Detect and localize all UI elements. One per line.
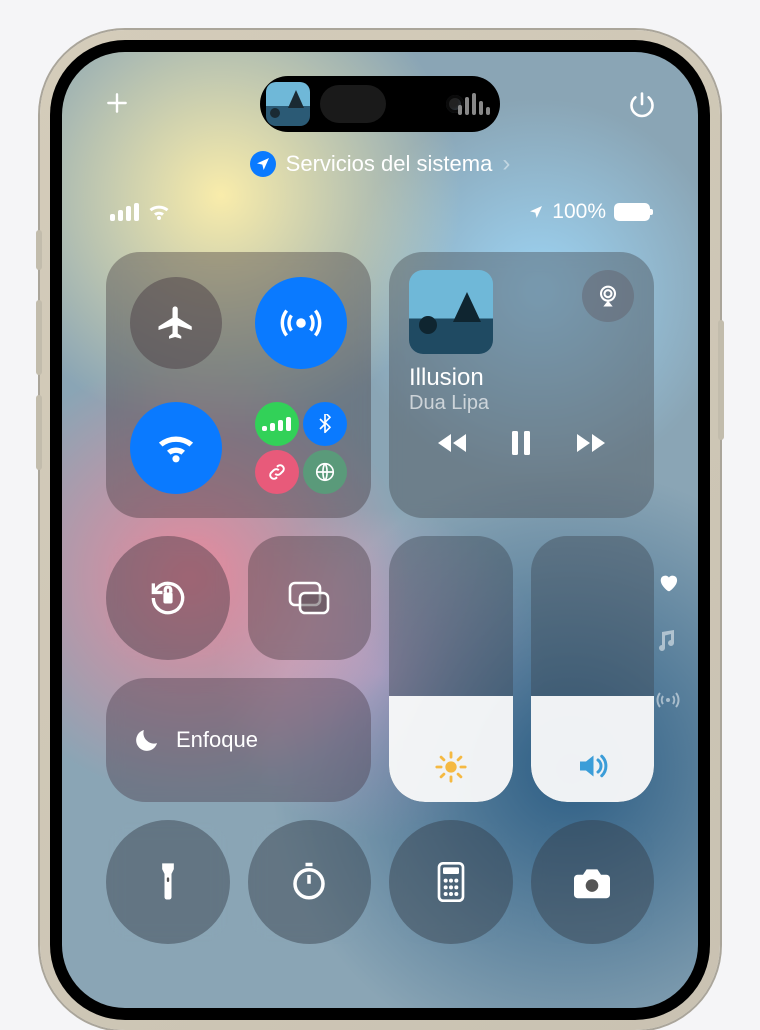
status-bar: 100% (62, 200, 698, 224)
flashlight-button[interactable] (106, 820, 230, 944)
cellular-signal-icon (110, 203, 139, 221)
control-center-grid: Illusion Dua Lipa (106, 252, 654, 944)
timer-icon (288, 861, 330, 903)
calculator-icon (435, 862, 467, 902)
music-note-icon (658, 628, 678, 652)
rotation-lock-icon (146, 576, 190, 620)
wifi-icon (154, 430, 198, 466)
previous-track-button[interactable] (436, 431, 472, 455)
track-artist: Dua Lipa (409, 392, 634, 415)
volume-icon (574, 748, 610, 784)
volume-down-button (36, 395, 42, 470)
album-art (409, 270, 493, 354)
volume-up-button (36, 300, 42, 375)
calculator-cell (389, 820, 513, 944)
action-button (36, 230, 42, 270)
timer-button[interactable] (248, 820, 372, 944)
camera-button[interactable] (531, 820, 655, 944)
timer-cell (248, 820, 372, 944)
connectivity-card[interactable] (106, 252, 371, 518)
location-icon (250, 151, 276, 177)
system-services-label: Servicios del sistema (286, 151, 493, 177)
play-pause-button[interactable] (509, 429, 533, 457)
pause-icon (509, 429, 533, 457)
volume-slider[interactable] (531, 536, 655, 802)
calculator-button[interactable] (389, 820, 513, 944)
device-bezel: Servicios del sistema › 100% (50, 40, 710, 1020)
chevron-right-icon: › (502, 150, 510, 178)
screen-mirroring-button[interactable] (248, 536, 372, 660)
track-title: Illusion (409, 364, 634, 392)
rotation-lock-cell (106, 536, 230, 660)
brightness-slider[interactable] (389, 536, 513, 802)
focus-button[interactable]: Enfoque (106, 678, 371, 802)
camera-cell (531, 820, 655, 944)
system-services-row[interactable]: Servicios del sistema › (62, 150, 698, 178)
now-playing-card[interactable]: Illusion Dua Lipa (389, 252, 654, 518)
globe-icon (314, 461, 336, 483)
airplay-icon (594, 282, 622, 310)
bluetooth-toggle[interactable] (303, 402, 347, 446)
airplane-icon (155, 302, 197, 344)
airdrop-icon (278, 300, 324, 346)
side-button (718, 320, 724, 440)
battery-percentage: 100% (552, 200, 606, 224)
rewind-icon (436, 431, 472, 455)
cellular-toggle[interactable] (255, 402, 299, 446)
connectivity-cluster[interactable] (255, 402, 347, 494)
wifi-toggle[interactable] (130, 402, 222, 494)
location-indicator-icon (528, 204, 544, 220)
link-icon (266, 461, 288, 483)
personal-hotspot-toggle[interactable] (255, 450, 299, 494)
camera-icon (570, 864, 614, 900)
moon-icon (132, 725, 162, 755)
focus-label: Enfoque (176, 727, 258, 753)
brightness-icon (434, 750, 468, 784)
device-frame: Servicios del sistema › 100% (40, 30, 720, 1030)
bluetooth-icon (315, 414, 335, 434)
page-indicator-rail[interactable] (656, 572, 680, 712)
power-button[interactable] (628, 90, 656, 118)
battery-icon (614, 203, 650, 221)
connectivity-page-icon (656, 688, 680, 712)
screen-mirroring-icon (286, 579, 332, 617)
airplane-mode-toggle[interactable] (130, 277, 222, 369)
screen: Servicios del sistema › 100% (62, 52, 698, 1008)
heart-icon (657, 572, 679, 592)
flashlight-cell (106, 820, 230, 944)
vpn-toggle[interactable] (303, 450, 347, 494)
next-track-button[interactable] (571, 431, 607, 455)
rotation-lock-button[interactable] (106, 536, 230, 660)
add-control-button[interactable] (104, 90, 130, 118)
wifi-icon (147, 202, 171, 222)
forward-icon (571, 431, 607, 455)
airdrop-toggle[interactable] (255, 277, 347, 369)
flashlight-icon (154, 861, 182, 903)
airplay-button[interactable] (582, 270, 634, 322)
